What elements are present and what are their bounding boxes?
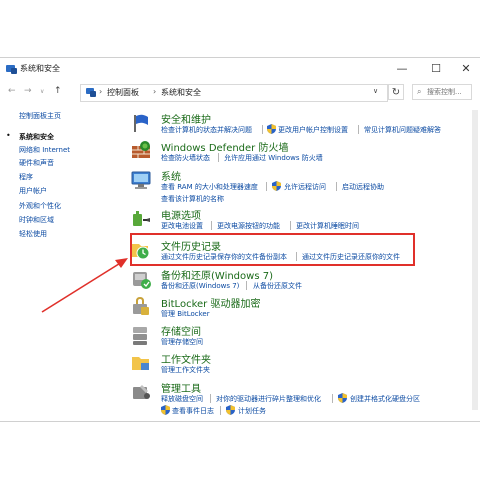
control-panel-small-icon [86, 88, 96, 97]
breadcrumb-control-panel[interactable]: 控制面板 [107, 87, 139, 98]
firewall-icon [132, 141, 150, 158]
link-backup-restore-win7[interactable]: 备份和还原(Windows 7) [161, 281, 239, 291]
link-view-ram[interactable]: 查看 RAM 的大小和处理器速度 [161, 182, 258, 192]
sidebar-item-user-accounts[interactable]: 用户帐户 [19, 186, 47, 196]
up-button[interactable]: ↑ [54, 86, 62, 96]
scrollbar-thumb[interactable] [472, 110, 478, 410]
breadcrumb-separator-icon: › [99, 87, 103, 96]
forward-button[interactable]: → [24, 86, 32, 96]
uac-shield-icon [272, 181, 281, 191]
search-input[interactable] [427, 86, 471, 98]
link-separator [246, 281, 247, 290]
bitlocker-icon [133, 296, 149, 315]
link-separator [290, 221, 291, 230]
link-manage-storage-spaces[interactable]: 管理存储空间 [161, 337, 203, 347]
category-title-work-folders[interactable]: 工作文件夹 [161, 351, 211, 366]
category-title-storage-spaces[interactable]: 存储空间 [161, 323, 201, 338]
admin-tools-icon [133, 385, 150, 399]
control-panel-icon [6, 65, 17, 74]
link-firewall-status[interactable]: 检查防火墙状态 [161, 153, 210, 163]
computer-icon [131, 171, 151, 189]
uac-shield-icon [267, 124, 276, 134]
link-create-partitions[interactable]: 创建并格式化硬盘分区 [350, 394, 420, 404]
uac-shield-icon [161, 405, 170, 415]
sidebar-item-network[interactable]: 网络和 Internet [19, 145, 70, 155]
active-bullet-icon: • [6, 131, 11, 140]
link-view-computer-name[interactable]: 查看该计算机的名称 [161, 194, 224, 204]
link-troubleshoot[interactable]: 常见计算机问题疑难解答 [364, 125, 441, 135]
uac-shield-icon [338, 393, 347, 403]
vertical-scrollbar[interactable] [470, 104, 480, 420]
sidebar-item-hardware-sound[interactable]: 硬件和声音 [19, 158, 54, 168]
power-icon [133, 211, 150, 226]
link-remote-assistance[interactable]: 启动远程协助 [342, 182, 384, 192]
category-title-backup-restore[interactable]: 备份和还原(Windows 7) [161, 267, 273, 282]
sidebar-item-appearance[interactable]: 外观和个性化 [19, 201, 61, 211]
refresh-button[interactable]: ↻ [388, 84, 404, 100]
search-box[interactable]: ⌕ [412, 84, 472, 100]
category-title-admin-tools[interactable]: 管理工具 [161, 380, 201, 395]
link-check-status[interactable]: 检查计算机的状态并解决问题 [161, 125, 252, 135]
link-power-button[interactable]: 更改电源按钮的功能 [217, 221, 280, 231]
link-separator [336, 182, 337, 191]
flag-icon [134, 114, 148, 132]
link-separator [266, 182, 267, 191]
link-manage-bitlocker[interactable]: 管理 BitLocker [161, 309, 210, 319]
category-title-firewall[interactable]: Windows Defender 防火墙 [161, 139, 288, 154]
link-restore-from-backup[interactable]: 从备份还原文件 [253, 281, 302, 291]
maximize-button[interactable]: ☐ [428, 61, 444, 77]
link-free-disk-space[interactable]: 释放磁盘空间 [161, 394, 203, 404]
title-bar: 系统和安全 — ☐ ✕ [0, 58, 480, 80]
link-change-uac[interactable]: 更改用户帐户控制设置 [278, 125, 348, 135]
sidebar-item-clock-region[interactable]: 时钟和区域 [19, 215, 54, 225]
link-allow-app-firewall[interactable]: 允许应用通过 Windows 防火墙 [224, 153, 323, 163]
close-button[interactable]: ✕ [458, 61, 474, 77]
category-title-system[interactable]: 系统 [161, 168, 181, 183]
back-button[interactable]: ← [8, 86, 16, 96]
search-icon: ⌕ [417, 87, 422, 96]
sidebar-item-system-security[interactable]: 系统和安全 [19, 132, 54, 142]
link-allow-remote-access[interactable]: 允许远程访问 [284, 182, 326, 192]
address-bar: ← → ∨ ↑ › 控制面板 › 系统和安全 ∨ ↻ ⌕ [0, 80, 480, 104]
address-field[interactable]: › 控制面板 › 系统和安全 ∨ [80, 84, 388, 102]
link-schedule-tasks[interactable]: 计划任务 [238, 406, 266, 416]
link-event-log[interactable]: 查看事件日志 [172, 406, 214, 416]
minimize-button[interactable]: — [394, 61, 410, 77]
link-separator [218, 153, 219, 162]
sidebar-item-home[interactable]: 控制面板主页 [19, 111, 61, 121]
sidebar-item-programs[interactable]: 程序 [19, 172, 33, 182]
link-separator [211, 221, 212, 230]
sidebar-item-ease-of-access[interactable]: 轻松使用 [19, 229, 47, 239]
backup-restore-icon [133, 272, 151, 289]
link-manage-work-folders[interactable]: 管理工作文件夹 [161, 365, 210, 375]
category-title-bitlocker[interactable]: BitLocker 驱动器加密 [161, 295, 260, 310]
link-separator [358, 125, 359, 134]
link-separator [210, 394, 211, 403]
recent-locations-dropdown[interactable]: ∨ [40, 88, 44, 95]
link-separator [332, 394, 333, 403]
link-sleep-time[interactable]: 更改计算机睡眠时间 [296, 221, 359, 231]
category-title-power[interactable]: 电源选项 [161, 207, 201, 222]
link-separator [262, 125, 263, 134]
uac-shield-icon [226, 405, 235, 415]
breadcrumb-system-security[interactable]: 系统和安全 [161, 87, 201, 98]
storage-spaces-icon [133, 327, 147, 345]
link-battery-settings[interactable]: 更改电池设置 [161, 221, 203, 231]
breadcrumb-separator-icon: › [153, 87, 157, 96]
work-folders-icon [132, 357, 149, 370]
link-defragment[interactable]: 对你的驱动器进行碎片整理和优化 [216, 394, 321, 404]
annotation-highlight-box [130, 233, 415, 266]
category-title-security-maintenance[interactable]: 安全和维护 [161, 111, 211, 126]
window-title: 系统和安全 [20, 64, 60, 73]
address-dropdown-icon[interactable]: ∨ [373, 87, 378, 95]
link-separator [220, 406, 221, 415]
